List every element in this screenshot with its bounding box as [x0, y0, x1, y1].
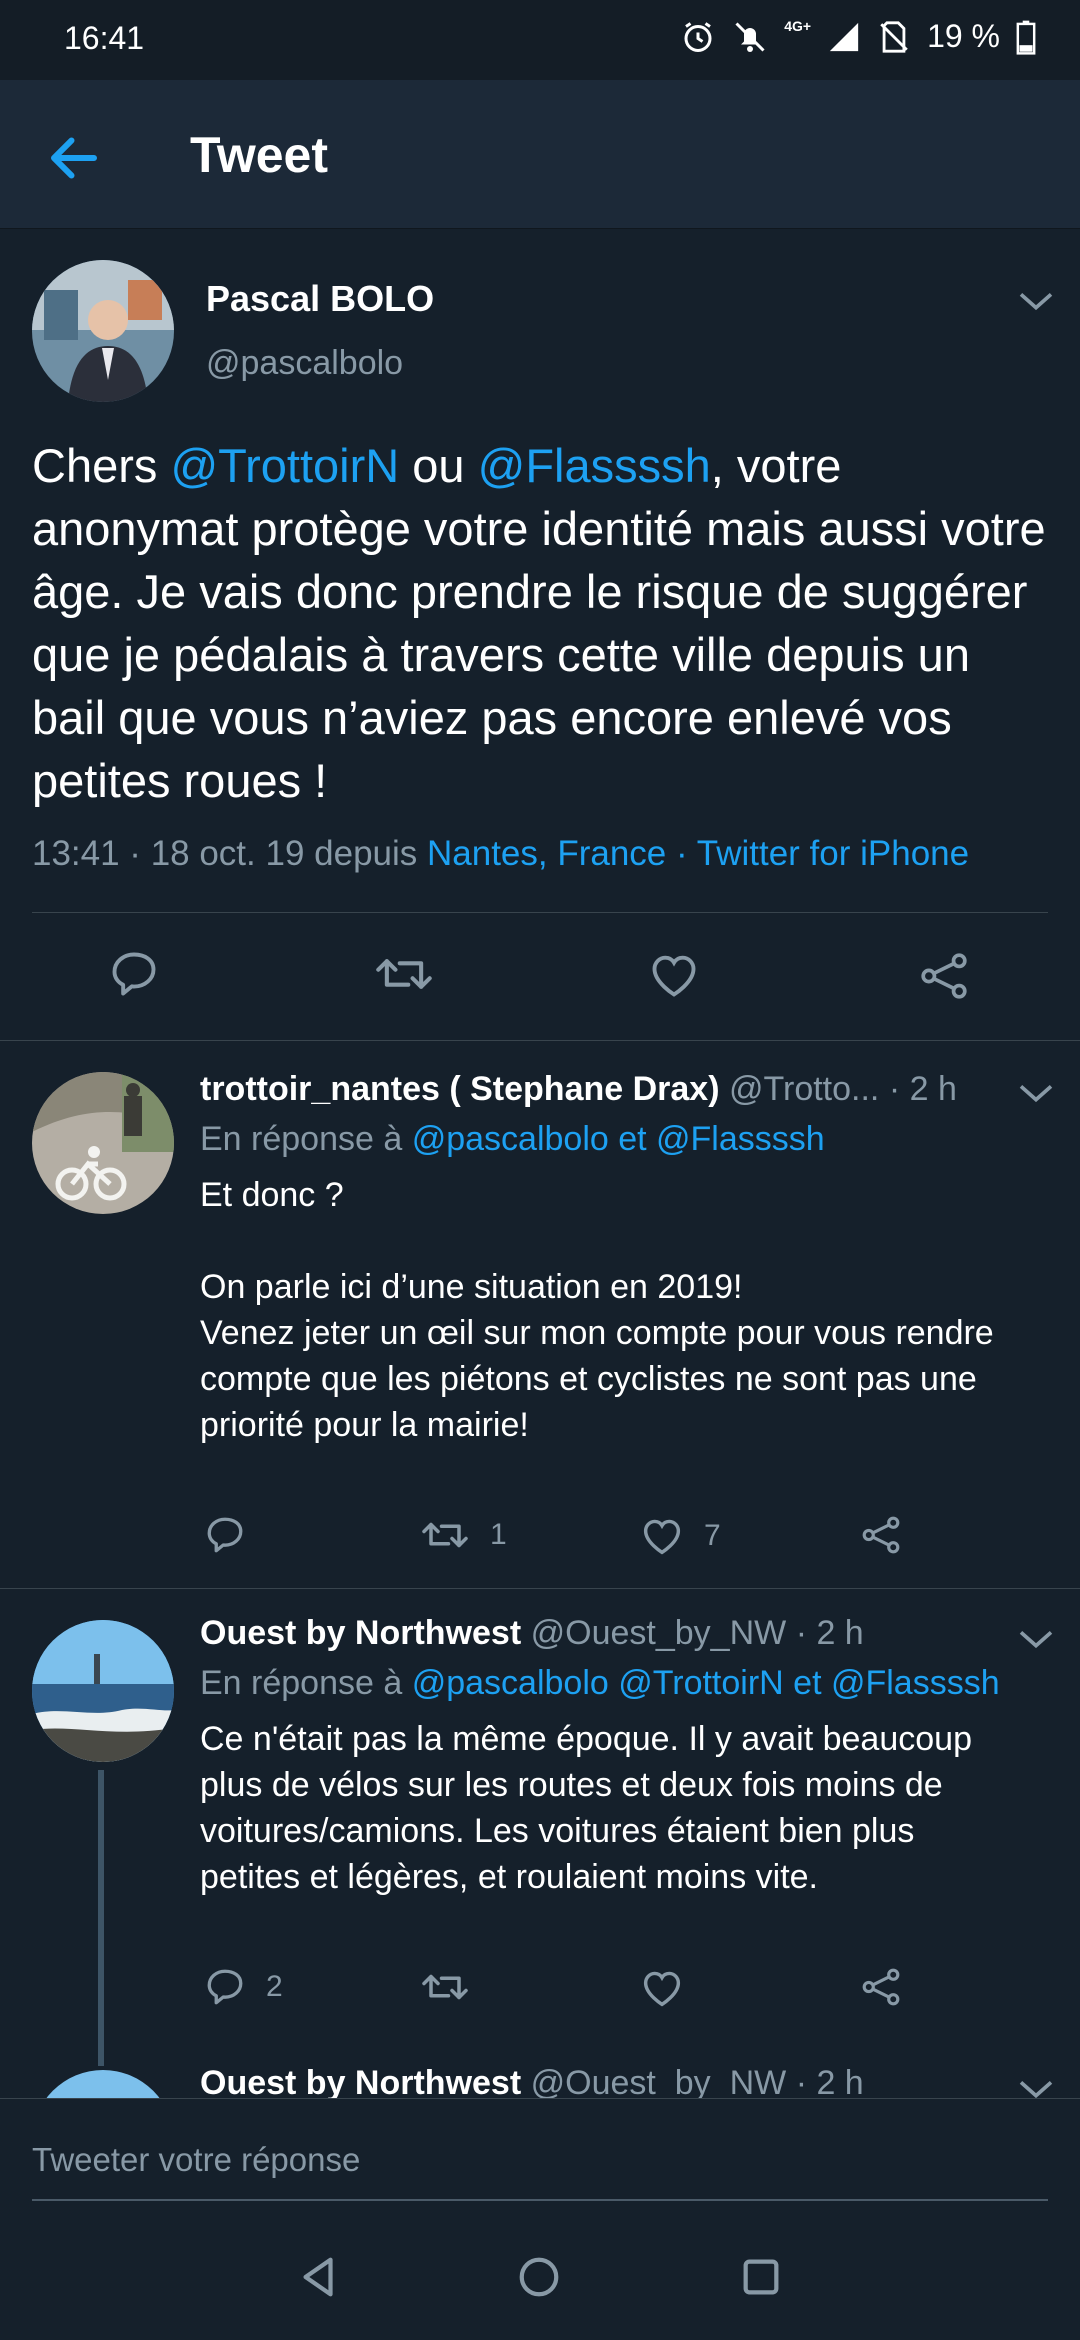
divider	[0, 1040, 1080, 1041]
tweet-text: Chers @TrottoirN ou @Flassssh, votre ano…	[32, 434, 1052, 812]
reply-time: · 2 h	[795, 2064, 864, 2102]
status-icons: 4G+ 19 %	[680, 18, 1036, 55]
chevron-down-icon[interactable]	[1016, 1078, 1056, 1108]
location-link[interactable]: Nantes, France	[427, 834, 666, 873]
like-icon[interactable]	[648, 950, 700, 1000]
notifications-off-icon	[735, 21, 765, 52]
reply-text-line: plus de vélos sur les routes et deux foi…	[200, 1766, 943, 1804]
reply-text-line: On parle ici d’une situation en 2019!	[200, 1268, 743, 1306]
nav-recents-icon[interactable]	[738, 2254, 784, 2300]
like-action[interactable]: 7	[640, 1516, 721, 1556]
reply-composer[interactable]: Tweeter votre réponse	[0, 2098, 1080, 2215]
reply-text-line: voitures/camions. Les voitures étaient b…	[200, 1812, 915, 1850]
like-icon[interactable]	[640, 1968, 684, 2008]
chevron-down-icon[interactable]	[1016, 286, 1056, 316]
tweet-meta: 13:41 · 18 oct. 19 depuis Nantes, France…	[32, 834, 969, 874]
battery-percent: 19 %	[927, 18, 1000, 54]
in-reply-to: En réponse à @pascalbolo et @Flassssh	[200, 1120, 825, 1159]
reply-header: Ouest by Northwest @Ouest_by_NW · 2 h	[200, 1614, 864, 1653]
reply-count: 2	[266, 1970, 283, 2003]
reply-author-name[interactable]: Ouest by Northwest	[200, 2064, 521, 2102]
reply-icon[interactable]	[204, 1514, 246, 1556]
retweet-icon[interactable]	[374, 948, 434, 1000]
reply-author-name[interactable]: Ouest by Northwest	[200, 1614, 521, 1652]
share-icon[interactable]	[860, 1514, 902, 1556]
reply-text-line: Et donc ?	[200, 1176, 344, 1214]
retweet-action[interactable]	[420, 1966, 490, 2008]
no-sim-icon	[880, 20, 908, 53]
in-reply-to: En réponse à @pascalbolo @TrottoirN et @…	[200, 1664, 1000, 1703]
reply-header: trottoir_nantes ( Stephane Drax) @Trotto…	[200, 1070, 957, 1109]
reply-time: · 2 h	[795, 1614, 864, 1652]
reply-author-handle[interactable]: @Ouest_by_NW	[531, 2064, 787, 2102]
reply-text: Et donc ? On parle ici d’une situation e…	[200, 1172, 1040, 1448]
tweet-timestamp: 13:41 · 18 oct. 19 depuis	[32, 834, 427, 873]
reply-text-line: Venez jeter un œil sur mon compte pour v…	[200, 1314, 994, 1352]
reply-text-line: priorité pour la mairie!	[200, 1406, 529, 1444]
reply-time: · 2 h	[888, 1070, 957, 1108]
retweet-icon[interactable]	[420, 1514, 470, 1556]
reply-text-line: petites et légères, et roulaient moins v…	[200, 1858, 818, 1896]
retweet-icon[interactable]	[420, 1966, 470, 2008]
mention-link[interactable]: @TrottoirN	[170, 439, 399, 492]
divider	[32, 912, 1048, 913]
reply-icon[interactable]	[108, 948, 160, 1000]
reply-icon[interactable]	[204, 1966, 246, 2008]
reply-text-line: compte que les piétons et cyclistes ne s…	[200, 1360, 977, 1398]
reply-author-handle[interactable]: @Ouest_by_NW	[531, 1614, 787, 1652]
reply-author-handle[interactable]: @Trotto...	[729, 1070, 879, 1108]
reply-targets-link[interactable]: @pascalbolo @TrottoirN et @Flassssh	[412, 1664, 1000, 1702]
avatar[interactable]	[32, 1620, 174, 1762]
like-icon[interactable]	[640, 1516, 684, 1556]
reply-prefix: En réponse à	[200, 1664, 412, 1702]
input-underline	[32, 2199, 1048, 2201]
divider	[0, 1588, 1080, 1589]
share-icon[interactable]	[918, 950, 970, 1002]
status-bar: 16:41 4G+ 19 %	[0, 0, 1080, 80]
source-link[interactable]: Twitter for iPhone	[697, 834, 969, 873]
signal-icon	[829, 22, 859, 51]
avatar[interactable]	[32, 1072, 174, 1214]
tweet-text-part: Chers	[32, 439, 171, 492]
page-title: Tweet	[190, 127, 328, 183]
reply-action[interactable]	[204, 1514, 266, 1556]
tweet-text-part: ou	[399, 439, 478, 492]
nav-home-icon[interactable]	[516, 2254, 562, 2300]
reply-text-line	[200, 1218, 1040, 1264]
reply-input-placeholder[interactable]: Tweeter votre réponse	[32, 2141, 360, 2179]
author-name[interactable]: Pascal BOLO	[206, 278, 434, 320]
reply-text: Ce n'était pas la même époque. Il y avai…	[200, 1716, 1040, 1900]
reply-text-line: Ce n'était pas la même époque. Il y avai…	[200, 1720, 972, 1758]
nav-back-icon[interactable]	[296, 2254, 342, 2300]
share-icon[interactable]	[860, 1966, 902, 2008]
like-count: 7	[704, 1519, 721, 1552]
battery-icon	[1016, 20, 1036, 55]
avatar[interactable]	[32, 260, 174, 402]
app-bar: Tweet	[0, 80, 1080, 229]
reply-prefix: En réponse à	[200, 1120, 412, 1158]
retweet-action[interactable]: 1	[420, 1514, 507, 1556]
mention-link[interactable]: @Flassssh	[478, 439, 711, 492]
thread-connector	[98, 1770, 104, 2066]
status-time: 16:41	[64, 20, 145, 56]
back-arrow-icon[interactable]	[44, 128, 104, 188]
tweet-text-part: , votre anonymat protège votre identité …	[32, 439, 1046, 807]
like-action[interactable]	[640, 1968, 704, 2008]
alarm-icon	[684, 21, 712, 52]
meta-separator: ·	[666, 834, 697, 873]
system-nav-bar	[0, 2214, 1080, 2340]
author-handle[interactable]: @pascalbolo	[206, 344, 403, 383]
reply-action[interactable]: 2	[204, 1966, 283, 2008]
reply-targets-link[interactable]: @pascalbolo et @Flassssh	[412, 1120, 825, 1158]
retweet-count: 1	[490, 1518, 507, 1551]
reply-author-name[interactable]: trottoir_nantes ( Stephane Drax)	[200, 1070, 720, 1108]
chevron-down-icon[interactable]	[1016, 1624, 1056, 1654]
network-type: 4G+	[784, 18, 812, 34]
